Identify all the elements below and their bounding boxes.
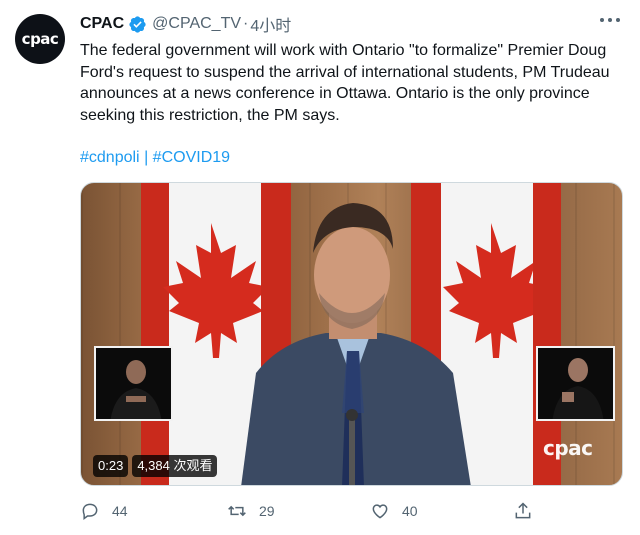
cpac-watermark: cpac <box>543 436 593 460</box>
tweet-actions: 44 29 40 <box>80 501 620 525</box>
video-overlay: 0:23 4,384 次观看 <box>93 455 218 477</box>
share-button[interactable] <box>513 501 545 521</box>
video-player[interactable]: cpac 0:23 4,384 次观看 <box>80 182 623 486</box>
hashtag-separator: | <box>144 149 149 166</box>
time-separator: · <box>243 15 249 32</box>
video-duration: 0:23 <box>93 455 129 477</box>
retweet-count: 29 <box>259 503 275 519</box>
like-button[interactable]: 40 <box>370 501 418 521</box>
avatar-logo-text: cpac <box>21 30 59 48</box>
retweet-icon <box>228 505 246 517</box>
hashtag-row: #cdnpoli | #COVID19 <box>80 149 230 167</box>
reply-icon <box>82 503 98 520</box>
display-name[interactable]: CPAC <box>80 15 124 33</box>
verified-badge-icon <box>129 15 146 33</box>
retweet-button[interactable]: 29 <box>227 501 275 521</box>
like-count: 40 <box>402 503 418 519</box>
sign-language-interpreter-right <box>536 346 615 421</box>
tweet-text: The federal government will work with On… <box>80 42 610 124</box>
reply-button[interactable]: 44 <box>80 501 128 521</box>
hashtag-link[interactable]: #cdnpoli <box>80 149 140 166</box>
hashtag-link[interactable]: #COVID19 <box>153 149 230 166</box>
user-handle[interactable]: @CPAC_TV <box>152 15 241 33</box>
avatar[interactable]: cpac <box>15 14 65 64</box>
tweet-timestamp[interactable]: 4小时 <box>250 12 291 36</box>
share-icon <box>515 502 531 519</box>
tweet-header: CPAC @CPAC_TV · 4小时 <box>80 12 620 36</box>
like-icon <box>372 504 388 519</box>
more-icon[interactable] <box>600 18 620 24</box>
reply-count: 44 <box>112 503 128 519</box>
sign-language-interpreter-left <box>94 346 173 421</box>
speaker-figure <box>241 203 471 485</box>
video-view-count: 4,384 次观看 <box>132 455 218 477</box>
